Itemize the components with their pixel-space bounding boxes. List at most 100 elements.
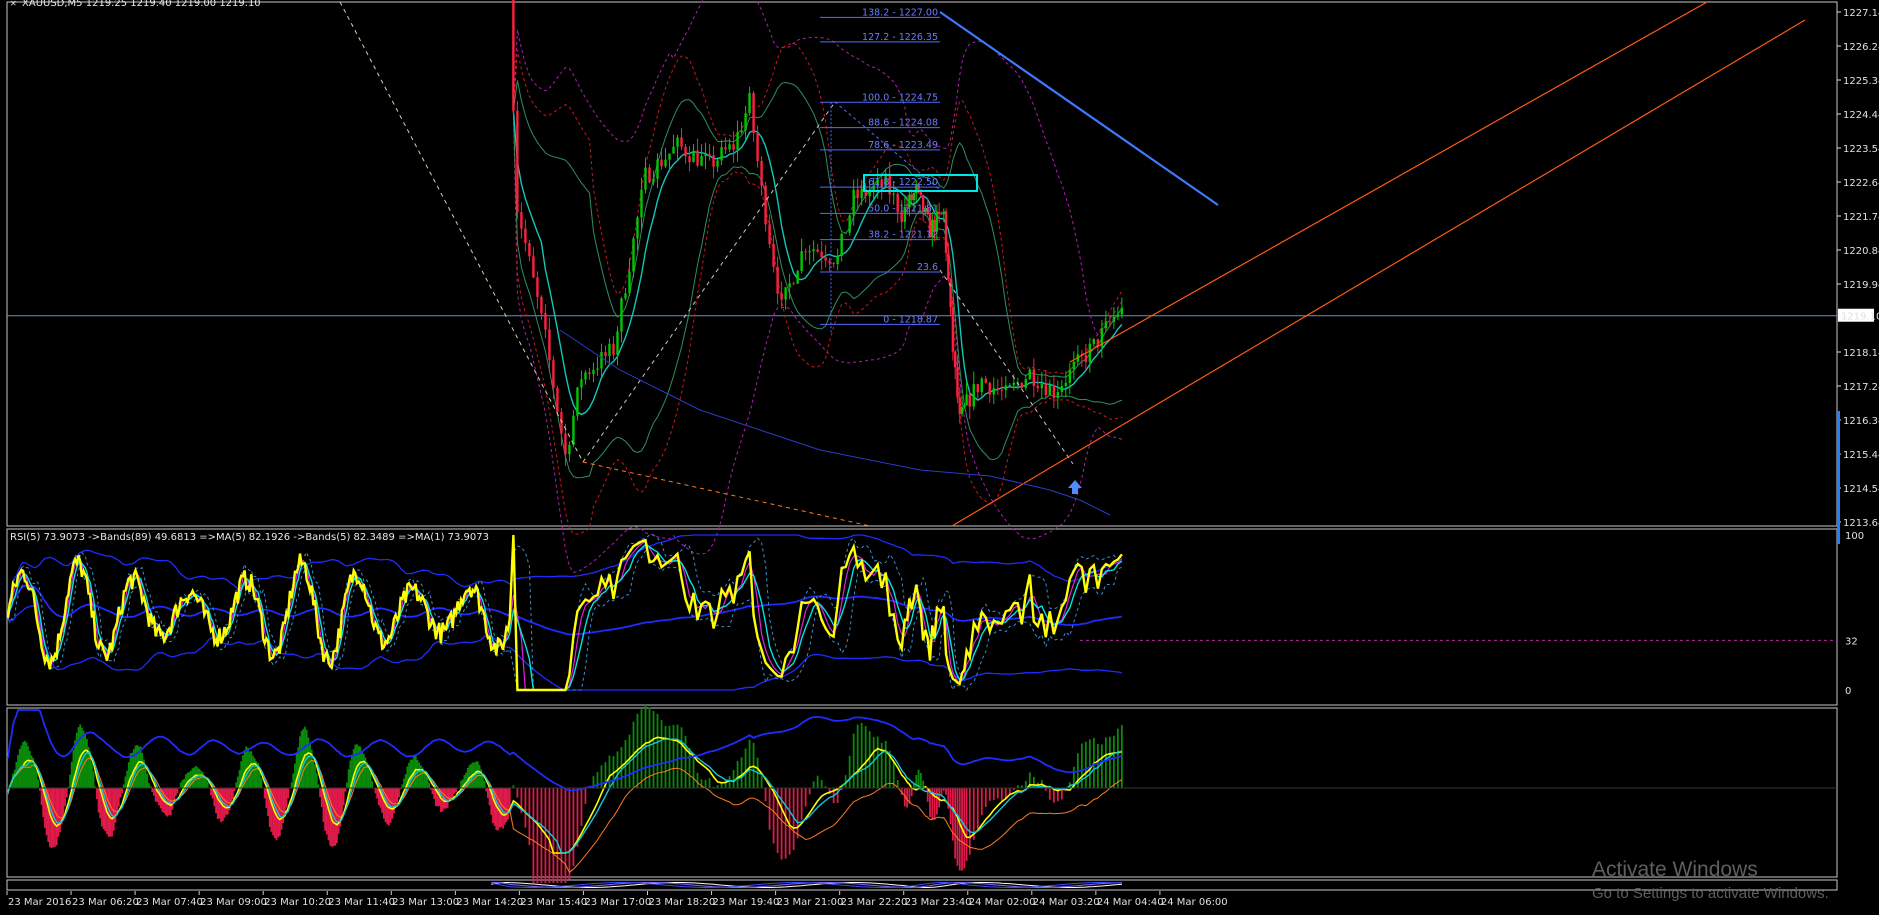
lower-channel-line [951,19,1806,527]
histogram-bar [226,788,229,815]
histogram-bar [864,726,867,788]
candles-group [512,0,1124,466]
histogram-bar [536,788,539,883]
histogram-bar [945,788,947,795]
histogram-bar [419,765,422,788]
histogram-bar [401,784,404,788]
candle-body [604,352,607,357]
candle-body [672,146,675,154]
candle-body [620,298,623,332]
histogram-bar [848,755,851,788]
candle-body [532,256,535,278]
histogram-bar [728,776,731,788]
histogram-bar [800,788,803,821]
candle-body [960,407,964,414]
histogram-bar [347,769,350,788]
fibonacci-level-label: 23.6 [917,262,938,273]
candle-body [772,244,775,267]
histogram-bar [181,779,184,788]
histogram-bar [503,788,506,825]
histogram-bar [309,744,311,788]
candle-body [996,388,999,390]
fibonacci-level-label: 138.2 - 1227.00 [862,7,938,18]
candle-body [588,372,591,375]
histogram-bar [696,772,699,788]
histogram-bar [69,774,71,788]
histogram-bar [568,788,571,880]
time-axis-label: 23 Mar 17:00 [584,897,651,908]
price-axis-label: 1218.14 [1843,348,1879,359]
histogram-bar [416,760,419,788]
time-axis-label: 23 Mar 14:20 [456,897,523,908]
inner-upper-band [512,80,1123,378]
histogram-bar [319,788,322,798]
histogram-bar [752,742,755,788]
candle-body [776,266,779,294]
price-axis-label: 1216.34 [1843,416,1879,427]
histogram-bar [704,779,707,788]
candle-body [660,159,663,167]
histogram-bar [478,764,481,788]
histogram-bar [423,771,426,788]
scroll-marker [1837,411,1840,544]
histogram-bar [64,788,66,807]
candle-body [540,296,543,314]
histogram-bar [393,788,395,814]
histogram-bar [584,788,587,804]
histogram-bar [740,757,743,788]
candle-body [965,394,968,406]
candle-body [584,372,587,380]
candle-body [528,243,531,257]
inner-lower-band [512,110,1123,479]
price-axis-label: 1223.54 [1843,144,1879,155]
histogram-bar [796,788,799,839]
histogram-bar [206,781,209,788]
histogram-bar [505,788,508,822]
histogram-bar [483,781,486,788]
candle-body [744,113,747,131]
outer-upper-band [512,0,1123,336]
trading-chart[interactable]: ✕ XAUUSD,M5 1219.25 1219.40 1219.00 1219.… [0,0,1879,915]
price-axis-label: 1227.14 [1843,8,1879,19]
histogram-bar [450,788,452,799]
price-axis-label: 1222.64 [1843,178,1879,189]
candle-body [696,150,699,166]
histogram-bar [144,766,147,788]
histogram-bar [146,773,149,788]
candle-body [600,352,603,369]
histogram-bar [201,771,204,788]
histogram-bar [736,760,739,788]
candle-body [680,137,683,147]
candle-body [720,147,723,161]
histogram-bars [7,704,1123,883]
histogram-bar [744,748,747,788]
histogram-bar [836,788,839,803]
time-axis-label: 23 Mar 21:00 [777,897,844,908]
candle-body [956,367,959,398]
histogram-bar [374,788,377,794]
histogram-bar [13,769,16,788]
histogram-bar [820,779,823,788]
candle-body [564,433,567,455]
candle-body [764,185,767,225]
histogram-bar [236,776,239,788]
candle-body [636,217,639,239]
histogram-bar [1100,744,1103,788]
histogram-bar [37,779,40,788]
candle-body [668,153,671,160]
time-axis-label: 23 Mar 07:40 [136,897,203,908]
current-price-label: 1219.10 [1841,312,1879,323]
histogram-bar [371,780,374,788]
candle-body [1104,321,1108,329]
histogram-bar [772,788,775,844]
histogram-bar [245,746,248,788]
candle-body [1028,369,1031,380]
fibonacci-level-label: 38.2 - 1221.12 [868,230,938,241]
time-axis-label: 23 Mar 09:00 [200,897,267,908]
candle-body [1024,379,1027,388]
candle-body [947,252,950,280]
time-axis-label: 23 Mar 22:20 [841,897,908,908]
histogram-bar [968,788,971,855]
histogram-bar [148,783,150,788]
histogram-bar [346,782,348,788]
